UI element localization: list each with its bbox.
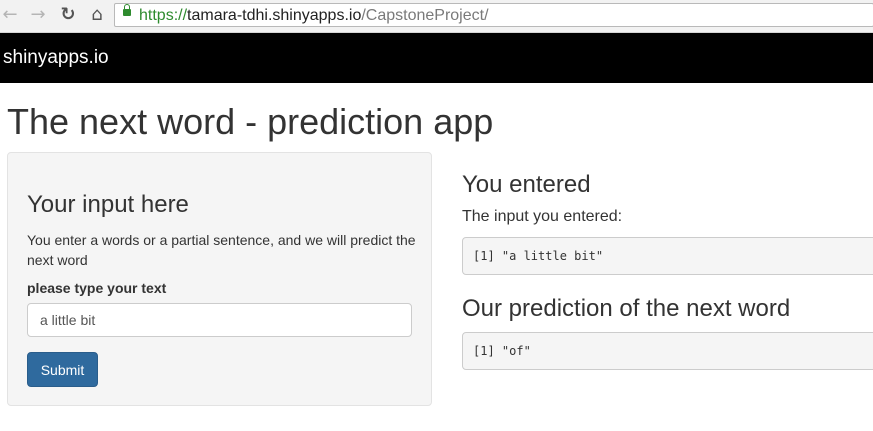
text-input-label: please type your text (27, 280, 167, 296)
url-text[interactable]: https://tamara-tdhi.shinyapps.io/Capston… (139, 6, 489, 26)
app-header: shinyapps.io (0, 33, 873, 83)
url-path: /CapstoneProject/ (361, 7, 489, 24)
brand-link[interactable]: shinyapps.io (3, 47, 109, 69)
url-scheme: https:// (139, 7, 188, 24)
submit-button[interactable]: Submit (27, 352, 98, 387)
prediction-heading: Our prediction of the next word (462, 295, 791, 322)
forward-arrow-icon[interactable]: → (28, 5, 48, 25)
address-bar[interactable]: https://tamara-tdhi.shinyapps.io/Capston… (114, 3, 873, 27)
prediction-output: [1] "of" (462, 332, 873, 370)
page-title: The next word - prediction app (7, 101, 494, 142)
lock-icon (123, 4, 131, 16)
input-description: You enter a words or a partial sentence,… (27, 232, 416, 268)
text-input[interactable] (27, 303, 412, 337)
browser-toolbar: ← → ↻ ⌂ https://tamara-tdhi.shinyapps.io… (0, 0, 873, 33)
entered-heading: You entered (462, 171, 591, 198)
input-panel: Your input here You enter a words or a p… (7, 152, 432, 406)
entered-output: [1] "a little bit" (462, 237, 873, 275)
home-icon[interactable]: ⌂ (87, 5, 107, 25)
entered-subheading: The input you entered: (462, 208, 623, 225)
input-panel-heading: Your input here (27, 191, 189, 218)
reload-icon[interactable]: ↻ (58, 5, 78, 25)
back-arrow-icon[interactable]: ← (0, 5, 20, 25)
url-host: tamara-tdhi.shinyapps.io (187, 7, 362, 24)
